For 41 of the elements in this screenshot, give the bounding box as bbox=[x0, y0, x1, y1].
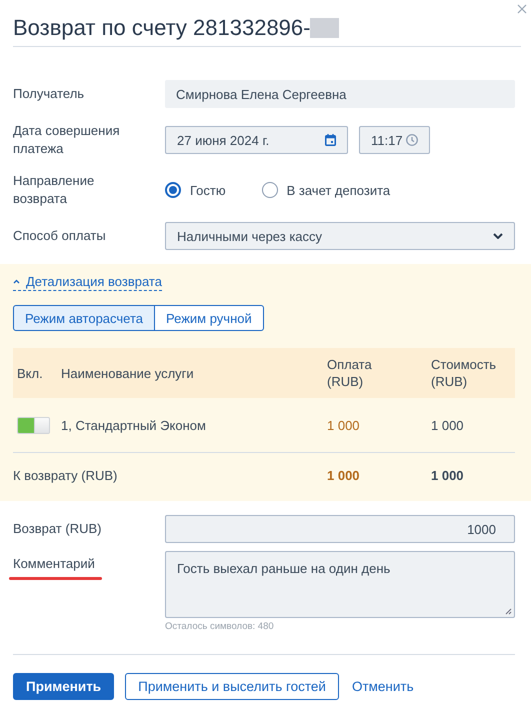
toggle-switch[interactable] bbox=[17, 416, 50, 434]
column-header: Стоимость (RUB) bbox=[411, 348, 515, 398]
cost-cell: 1 000 bbox=[411, 398, 515, 452]
recipient-field[interactable]: Смирнова Елена Сергеевна bbox=[165, 80, 515, 108]
payment-method-select[interactable]: Наличными через кассу bbox=[165, 222, 515, 250]
clock-icon bbox=[406, 134, 418, 146]
field-label: Дата совершения платежа bbox=[13, 122, 121, 158]
service-name: 1, Стандартный Эконом bbox=[57, 398, 307, 452]
calendar-icon bbox=[325, 134, 336, 146]
date-field[interactable]: 27 июня 2024 г. bbox=[165, 126, 348, 154]
time-field[interactable]: 11:17 bbox=[359, 126, 430, 154]
characters-left-hint: Осталось символов: 480 bbox=[165, 621, 275, 632]
chevron-down-icon bbox=[493, 233, 503, 239]
radio-button[interactable] bbox=[165, 182, 181, 198]
field-label: Способ оплаты bbox=[13, 227, 107, 245]
column-header: Оплата (RUB) bbox=[307, 348, 411, 398]
caret-icon bbox=[13, 279, 20, 284]
radio-option[interactable]: Гостю bbox=[165, 182, 226, 198]
apply-button[interactable]: Применить bbox=[13, 673, 114, 700]
payment-cell: 1 000 bbox=[307, 398, 411, 452]
total-label: К возврату (RUB) bbox=[13, 452, 307, 497]
field-label: Возврат (RUB) bbox=[13, 520, 102, 538]
column-header: Вкл. bbox=[13, 348, 57, 398]
details-toggle[interactable]: Детализация возврата bbox=[13, 274, 162, 291]
radio-option[interactable]: В зачет депозита bbox=[262, 182, 390, 198]
field-label: Направление возврата bbox=[13, 172, 96, 208]
dialog-title: Возврат по счету 281332896- bbox=[13, 15, 310, 41]
apply-and-checkout-button[interactable]: Применить и выселить гостей bbox=[125, 673, 339, 700]
cost-total: 1 000 bbox=[411, 452, 515, 497]
cancel-link[interactable]: Отменить bbox=[350, 673, 416, 700]
mode-tab[interactable]: Режим авторасчета bbox=[13, 305, 156, 331]
field-label: Комментарий bbox=[13, 556, 95, 571]
close-icon[interactable] bbox=[517, 4, 527, 14]
refund-amount-field[interactable]: 1000 bbox=[165, 515, 515, 543]
field-label: Получатель bbox=[13, 85, 86, 103]
radio-button[interactable] bbox=[262, 182, 278, 198]
column-header: Наименование услуги bbox=[57, 348, 307, 398]
resize-grip-icon[interactable] bbox=[504, 607, 512, 615]
comment-field[interactable]: Гость выехал раньше на один день bbox=[165, 551, 515, 618]
payment-total: 1 000 bbox=[307, 452, 411, 497]
mode-tab[interactable]: Режим ручной bbox=[155, 305, 264, 331]
